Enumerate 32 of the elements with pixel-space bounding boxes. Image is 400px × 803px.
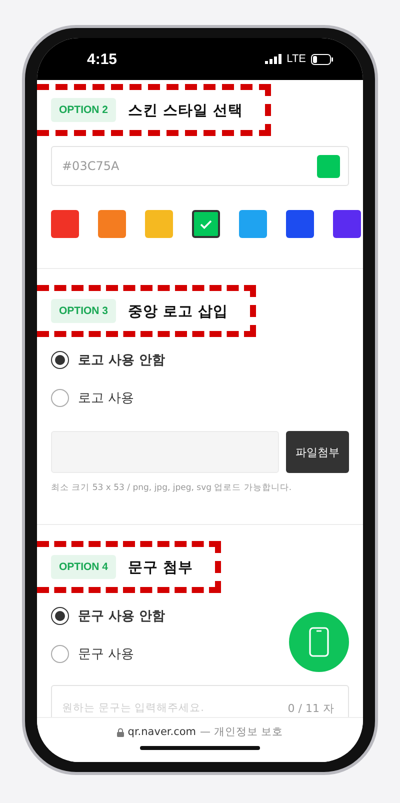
radio-option[interactable]: 로고 사용 xyxy=(51,379,134,417)
section-title: 중앙 로고 삽입 xyxy=(128,302,228,320)
attach-file-button[interactable]: 파일첨부 xyxy=(286,431,349,473)
signal-icon xyxy=(264,54,282,64)
battery-icon xyxy=(311,54,333,64)
color-swatch[interactable] xyxy=(192,210,220,238)
home-indicator[interactable] xyxy=(140,746,260,750)
site-url: qr.naver.com xyxy=(128,726,196,738)
clock-time: 4:15 xyxy=(87,50,118,68)
radio-option[interactable]: 로고 사용 안함 xyxy=(51,341,166,379)
color-code-value: #03C75A xyxy=(62,159,120,173)
option-badge: OPTION 4 xyxy=(51,555,116,579)
radio-option[interactable]: 문구 사용 xyxy=(51,635,134,673)
option-badge: OPTION 2 xyxy=(51,98,116,122)
check-icon xyxy=(200,220,212,228)
color-swatch[interactable] xyxy=(145,210,173,238)
section-title: 문구 첨부 xyxy=(128,558,194,576)
radio-option[interactable]: 문구 사용 안함 xyxy=(51,597,166,635)
lock-icon xyxy=(116,728,124,736)
option-badge: OPTION 3 xyxy=(51,299,116,323)
color-preview xyxy=(317,154,340,178)
color-swatch[interactable] xyxy=(333,210,361,238)
color-swatch[interactable] xyxy=(98,210,126,238)
color-swatch[interactable] xyxy=(239,210,267,238)
network-label: LTE xyxy=(286,53,306,65)
character-counter: 0 / 11 자 xyxy=(288,700,334,716)
section-title: 스킨 스타일 선택 xyxy=(128,102,244,120)
smartphone-icon xyxy=(309,627,329,657)
upload-hint: 최소 크기 53 x 53 / png, jpg, jpeg, svg 업로드 가능합니다. xyxy=(51,482,293,494)
color-swatch[interactable] xyxy=(51,210,79,238)
color-swatch[interactable] xyxy=(286,210,314,238)
privacy-note: — 개인정보 보호 xyxy=(200,725,284,739)
